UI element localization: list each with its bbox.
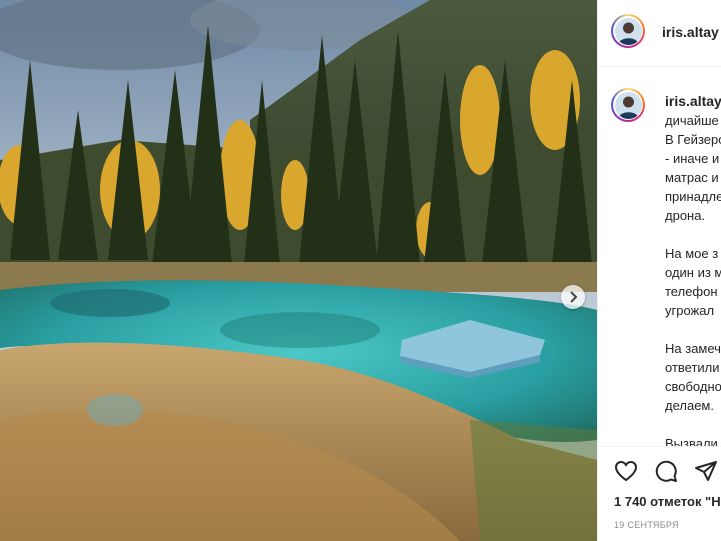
caption-line: дрона. (665, 208, 706, 223)
post-actions: 1 740 отметок "Н 19 СЕНТЯБРЯ (598, 446, 721, 541)
caption-line: угрожал (665, 303, 715, 318)
heart-icon[interactable] (614, 460, 638, 482)
caption-line (665, 320, 721, 339)
avatar-image (614, 91, 642, 119)
comment-avatar[interactable] (611, 88, 645, 122)
caption-line: На замеч (665, 341, 721, 356)
avatar[interactable] (611, 14, 645, 48)
avatar-image (614, 17, 642, 45)
caption-line: телефон (665, 284, 718, 299)
post-side-panel: iris.altay iris.altay дичайше В Гейзеро … (597, 0, 721, 541)
caption-line: делаем. (665, 398, 714, 413)
chevron-right-icon (570, 291, 578, 303)
post-date[interactable]: 19 СЕНТЯБРЯ (614, 520, 679, 530)
header-username[interactable]: iris.altay (662, 24, 719, 40)
caption-line: принадле (665, 189, 721, 204)
caption-line: ответили (665, 360, 720, 375)
post-photo[interactable] (0, 0, 597, 541)
caption-line: дичайше (665, 113, 719, 128)
caption-line: матрас и (665, 170, 719, 185)
post-caption: дичайше В Гейзеро - иначе и матрас и при… (665, 111, 721, 453)
caption-line: один из м (665, 265, 721, 280)
next-photo-button[interactable] (561, 285, 585, 309)
caption-line: - иначе и (665, 151, 720, 166)
caption-line: свободно (665, 379, 721, 394)
caption-username[interactable]: iris.altay (665, 93, 721, 109)
caption-line: В Гейзеро (665, 132, 721, 147)
share-icon[interactable] (694, 459, 718, 483)
post-header: iris.altay (598, 0, 721, 67)
caption-line: На мое з (665, 246, 719, 261)
comment-icon[interactable] (654, 459, 678, 483)
caption-line (665, 415, 721, 434)
caption-line (665, 225, 721, 244)
likes-count[interactable]: 1 740 отметок "Н (614, 494, 721, 509)
